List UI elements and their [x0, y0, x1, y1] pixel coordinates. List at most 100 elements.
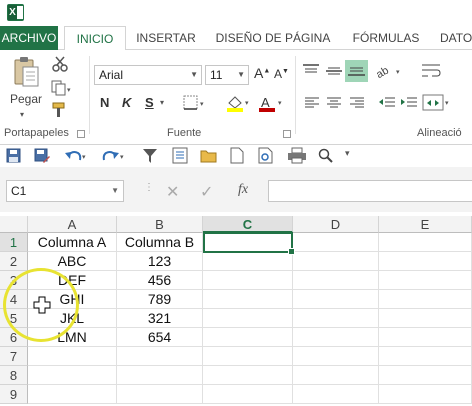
align-bottom-button[interactable]: [345, 60, 368, 82]
cell-b1[interactable]: Columna B: [117, 233, 203, 252]
cell-e9[interactable]: [379, 385, 472, 404]
underline-dropdown-icon[interactable]: ▾: [160, 98, 164, 107]
decrease-indent-icon[interactable]: [378, 96, 396, 110]
column-header-e[interactable]: E: [379, 216, 472, 233]
insert-function-button[interactable]: fx: [238, 182, 248, 198]
column-header-c[interactable]: C: [203, 216, 293, 233]
cell-c9[interactable]: [203, 385, 293, 404]
bold-button[interactable]: N: [100, 95, 109, 110]
paste-label[interactable]: Pegar: [10, 92, 42, 106]
cell-b9[interactable]: [117, 385, 203, 404]
increase-font-size-icon[interactable]: A▲: [254, 65, 270, 81]
cell-d9[interactable]: [293, 385, 379, 404]
cell-c8[interactable]: [203, 366, 293, 385]
cell-d5[interactable]: [293, 309, 379, 328]
row-header-1[interactable]: 1: [0, 233, 28, 252]
cut-icon[interactable]: [51, 56, 69, 72]
redo-icon[interactable]: ▾: [102, 148, 126, 164]
print-preview-icon[interactable]: [258, 147, 274, 164]
cell-e3[interactable]: [379, 271, 472, 290]
merge-center-icon[interactable]: ▾: [422, 94, 452, 112]
save-icon[interactable]: [6, 148, 21, 163]
row-header-2[interactable]: 2: [0, 252, 28, 271]
column-header-b[interactable]: B: [117, 216, 203, 233]
font-launcher-icon[interactable]: [283, 130, 291, 138]
cell-b5[interactable]: 321: [117, 309, 203, 328]
zoom-icon[interactable]: [318, 148, 334, 164]
underline-button[interactable]: S: [145, 95, 154, 110]
wrap-text-icon[interactable]: [420, 63, 442, 79]
borders-icon[interactable]: ▾: [183, 95, 209, 111]
cancel-entry-icon[interactable]: ✕: [166, 182, 179, 202]
cell-c5[interactable]: [203, 309, 293, 328]
cell-a7[interactable]: [28, 347, 117, 366]
font-color-icon[interactable]: A ▾: [258, 94, 286, 112]
quick-print-icon[interactable]: [287, 147, 307, 164]
cell-e8[interactable]: [379, 366, 472, 385]
confirm-entry-icon[interactable]: ✓: [200, 182, 213, 202]
cell-c7[interactable]: [203, 347, 293, 366]
cell-d7[interactable]: [293, 347, 379, 366]
paste-icon[interactable]: [12, 56, 42, 90]
tab-diseno-de-pagina[interactable]: DISEÑO DE PÁGINA: [212, 26, 334, 50]
tab-datos[interactable]: DATO: [440, 26, 472, 50]
cell-a9[interactable]: [28, 385, 117, 404]
cell-d3[interactable]: [293, 271, 379, 290]
decrease-font-size-icon[interactable]: A▼: [274, 67, 289, 81]
increase-indent-icon[interactable]: [400, 96, 418, 110]
clipboard-launcher-icon[interactable]: [77, 130, 85, 138]
cell-d1[interactable]: [293, 233, 379, 252]
paste-dropdown-icon[interactable]: ▾: [20, 110, 24, 119]
select-all-corner[interactable]: [0, 216, 28, 233]
new-document-icon[interactable]: [230, 147, 244, 164]
copy-icon[interactable]: ▾: [51, 80, 73, 96]
customize-qat-icon[interactable]: ▾: [345, 148, 350, 159]
cell-b3[interactable]: 456: [117, 271, 203, 290]
font-name-dropdown[interactable]: Arial ▼: [94, 65, 202, 85]
tab-inicio[interactable]: INICIO: [64, 26, 126, 51]
row-header-8[interactable]: 8: [0, 366, 28, 385]
cell-e5[interactable]: [379, 309, 472, 328]
orientation-icon[interactable]: ab ▾: [374, 63, 404, 79]
align-right-icon[interactable]: [349, 96, 365, 110]
cell-e1[interactable]: [379, 233, 472, 252]
cell-d6[interactable]: [293, 328, 379, 347]
cell-c3[interactable]: [203, 271, 293, 290]
cell-c6[interactable]: [203, 328, 293, 347]
cell-e4[interactable]: [379, 290, 472, 309]
cell-b8[interactable]: [117, 366, 203, 385]
cell-a8[interactable]: [28, 366, 117, 385]
cell-e6[interactable]: [379, 328, 472, 347]
formula-bar-grip-icon[interactable]: ⋮: [144, 182, 154, 193]
cell-e7[interactable]: [379, 347, 472, 366]
cell-b7[interactable]: [117, 347, 203, 366]
cell-c2[interactable]: [203, 252, 293, 271]
format-painter-icon[interactable]: [51, 102, 69, 118]
cell-a1[interactable]: Columna A: [28, 233, 117, 252]
active-cell-selection[interactable]: [203, 232, 295, 255]
cell-b6[interactable]: 654: [117, 328, 203, 347]
tab-insertar[interactable]: INSERTAR: [130, 26, 202, 50]
italic-button[interactable]: K: [122, 95, 131, 110]
align-top-icon[interactable]: [302, 63, 320, 79]
cell-d2[interactable]: [293, 252, 379, 271]
align-left-icon[interactable]: [304, 96, 320, 110]
undo-icon[interactable]: ▾: [64, 148, 88, 164]
save-as-icon[interactable]: [34, 148, 51, 164]
fill-color-icon[interactable]: ▾: [225, 94, 253, 112]
tab-formulas[interactable]: FÓRMULAS: [348, 26, 424, 50]
tab-archivo[interactable]: ARCHIVO: [0, 26, 58, 50]
cell-b2[interactable]: 123: [117, 252, 203, 271]
cell-d8[interactable]: [293, 366, 379, 385]
form-icon[interactable]: [172, 147, 188, 164]
align-middle-icon[interactable]: [325, 63, 343, 79]
cell-d4[interactable]: [293, 290, 379, 309]
font-size-dropdown[interactable]: 11 ▼: [205, 65, 249, 85]
cell-c4[interactable]: [203, 290, 293, 309]
open-folder-icon[interactable]: [200, 148, 218, 163]
filter-icon[interactable]: [142, 148, 158, 164]
column-header-d[interactable]: D: [293, 216, 379, 233]
row-header-9[interactable]: 9: [0, 385, 28, 404]
name-box[interactable]: C1 ▼: [6, 180, 124, 202]
align-center-icon[interactable]: [326, 96, 342, 110]
